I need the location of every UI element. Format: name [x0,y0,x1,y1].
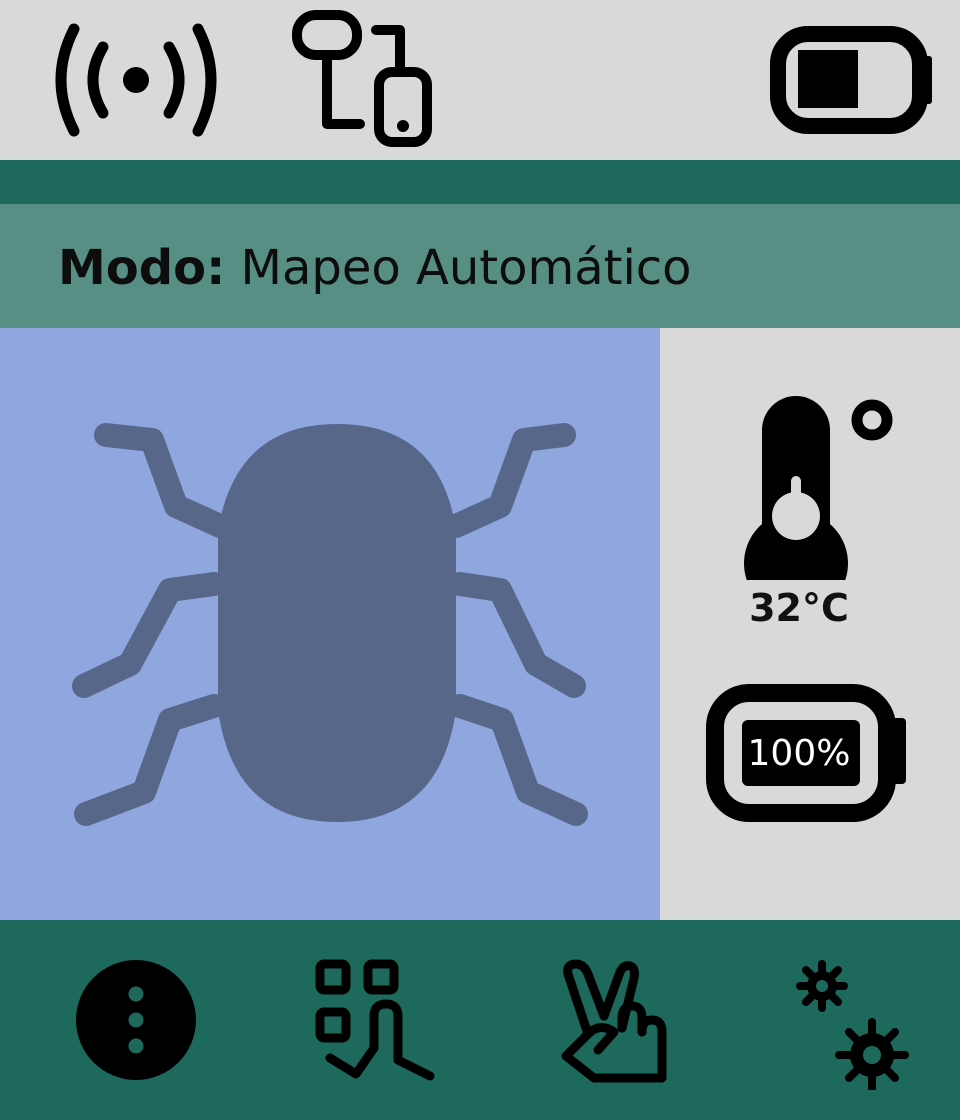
status-bar [0,0,960,160]
broadcast-signal-icon [55,23,217,137]
device-link-icon [292,10,432,147]
victory-hand-icon[interactable] [548,950,688,1090]
mode-value: Mapeo Automático [240,240,692,296]
bug-icon [72,423,588,826]
header-band [0,160,960,204]
mode-bar: Modo: Mapeo Automático [0,204,960,328]
more-vertical-icon[interactable] [66,950,206,1090]
gears-icon[interactable] [788,950,928,1090]
temperature-reading: 32°C [749,586,849,630]
battery-level: 100% [747,733,851,774]
mode-label: Modo: [58,240,226,296]
bottom-nav [0,920,960,1120]
mode-text: Modo: Mapeo Automático [58,204,692,328]
battery-status-icon [770,26,932,134]
side-panel: 32°C 100% [660,328,960,920]
main-panel [0,328,660,920]
thermometer-icon [744,396,893,580]
qr-touch-icon[interactable] [306,950,446,1090]
